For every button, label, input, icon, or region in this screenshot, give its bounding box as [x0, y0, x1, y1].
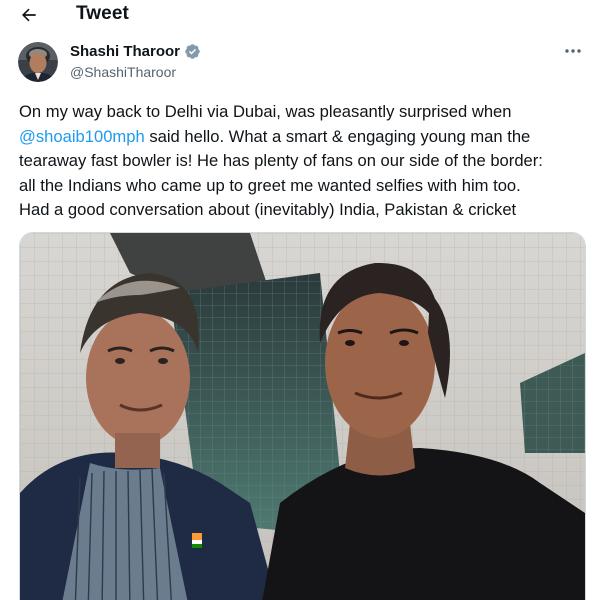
avatar-image: [18, 42, 58, 82]
back-button[interactable]: [14, 3, 44, 27]
author-name[interactable]: Shashi Tharoor: [70, 43, 180, 60]
tweet-text: On my way back to Delhi via Dubai, was p…: [19, 100, 589, 223]
arrow-left-icon: [22, 8, 36, 22]
author-handle[interactable]: @ShashiTharoor: [70, 64, 176, 80]
mention-link[interactable]: @shoaib100mph: [19, 127, 145, 146]
more-button[interactable]: [562, 42, 584, 60]
tweet-text-line: all the Indians who came up to greet me …: [19, 175, 521, 195]
tweet-page: Tweet Shashi Tharoor @ShashiTharoor On m…: [0, 0, 600, 600]
avatar[interactable]: [18, 42, 58, 82]
page-title: Tweet: [76, 3, 129, 24]
tweet-text-line: Had a good conversation about (inevitabl…: [19, 200, 517, 220]
tweet-header: Tweet: [0, 0, 600, 30]
tweet-text-line: @shoaib100mph said hello. What a smart &…: [19, 125, 589, 150]
selfie-photo: [20, 233, 585, 600]
verified-badge-icon: [185, 44, 200, 59]
more-horizontal-icon: [565, 49, 581, 53]
tweet-text-segment: said hello. What a smart & engaging youn…: [144, 126, 531, 146]
author-name-row: Shashi Tharoor: [70, 43, 201, 60]
tweet-photo[interactable]: [19, 232, 586, 600]
tweet-text-line: tearaway fast bowler is! He has plenty o…: [19, 151, 543, 171]
tweet-text-line: On my way back to Delhi via Dubai, was p…: [19, 102, 512, 121]
